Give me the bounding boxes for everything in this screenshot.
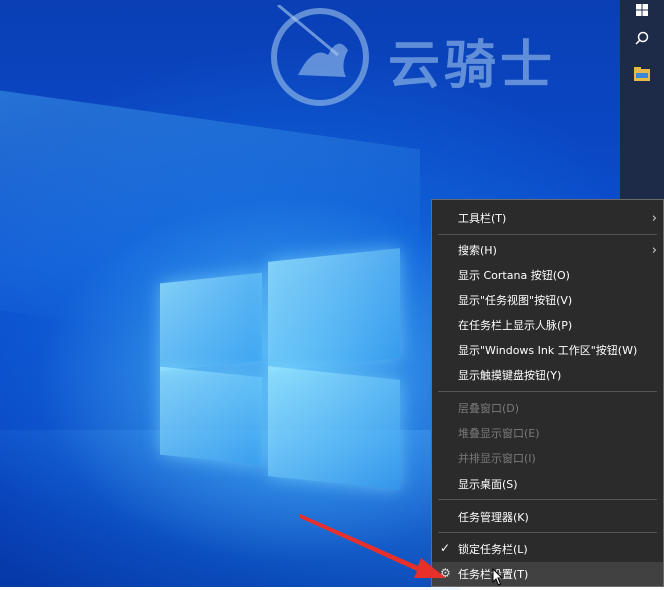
menu-item-label: 搜索(H) — [458, 244, 497, 257]
mouse-cursor-icon — [492, 568, 504, 586]
file-explorer-icon[interactable] — [632, 64, 652, 84]
menu-item-show-touch-keyboard[interactable]: 显示触摸键盘按钮(Y) — [432, 363, 663, 387]
menu-item-show-task-view[interactable]: 显示"任务视图"按钮(V) — [432, 288, 663, 312]
chevron-right-icon: › — [651, 243, 657, 258]
chevron-right-icon: › — [651, 211, 657, 226]
menu-item-side-by-side: 并排显示窗口(I) — [432, 446, 663, 470]
menu-item-label: 显示桌面(S) — [458, 478, 518, 491]
menu-item-label: 层叠窗口(D) — [458, 402, 520, 415]
menu-item-label: 显示触摸键盘按钮(Y) — [458, 369, 562, 382]
taskbar-context-menu: 工具栏(T) › 搜索(H) › 显示 Cortana 按钮(O) 显示"任务视… — [431, 199, 664, 587]
menu-item-stack-windows: 堆叠显示窗口(E) — [432, 421, 663, 445]
logo-pane — [160, 272, 262, 372]
menu-separator — [438, 391, 657, 392]
watermark: 云骑士 — [268, 3, 628, 115]
menu-item-show-people[interactable]: 在任务栏上显示人脉(P) — [432, 313, 663, 337]
menu-item-show-cortana[interactable]: 显示 Cortana 按钮(O) — [432, 263, 663, 287]
menu-item-show-desktop[interactable]: 显示桌面(S) — [432, 472, 663, 496]
menu-item-label: 任务管理器(K) — [458, 511, 529, 524]
menu-item-task-manager[interactable]: 任务管理器(K) — [432, 505, 663, 529]
menu-item-label: 堆叠显示窗口(E) — [458, 427, 540, 440]
menu-item-cascade-windows: 层叠窗口(D) — [432, 396, 663, 420]
windows-logo-icon[interactable] — [632, 0, 652, 20]
menu-item-show-windows-ink[interactable]: 显示"Windows Ink 工作区"按钮(W) — [432, 338, 663, 362]
menu-item-lock-taskbar[interactable]: ✓ 锁定任务栏(L) — [432, 537, 663, 561]
logo-pane — [268, 366, 400, 490]
menu-item-label: 在任务栏上显示人脉(P) — [458, 319, 573, 332]
menu-item-label: 并排显示窗口(I) — [458, 452, 536, 465]
logo-pane — [160, 366, 262, 466]
menu-item-taskbar-settings[interactable]: ⚙ 任务栏设置(T) — [432, 562, 663, 586]
watermark-logo-icon — [271, 3, 369, 106]
menu-item-label: 工具栏(T) — [458, 212, 507, 225]
logo-pane — [268, 248, 400, 372]
menu-separator — [438, 234, 657, 235]
annotation-arrow-icon — [300, 514, 446, 578]
search-icon[interactable] — [632, 28, 652, 48]
menu-item-label: 显示 Cortana 按钮(O) — [458, 269, 570, 282]
menu-separator — [438, 532, 657, 533]
watermark-text: 云骑士 — [388, 36, 557, 96]
menu-item-search[interactable]: 搜索(H) › — [432, 238, 663, 262]
menu-item-label: 显示"Windows Ink 工作区"按钮(W) — [458, 344, 638, 357]
menu-item-toolbars[interactable]: 工具栏(T) › — [432, 206, 663, 230]
menu-separator — [438, 499, 657, 500]
menu-item-label: 显示"任务视图"按钮(V) — [458, 294, 573, 307]
menu-item-label: 锁定任务栏(L) — [458, 543, 528, 556]
windows-logo-wallpaper — [150, 245, 410, 495]
